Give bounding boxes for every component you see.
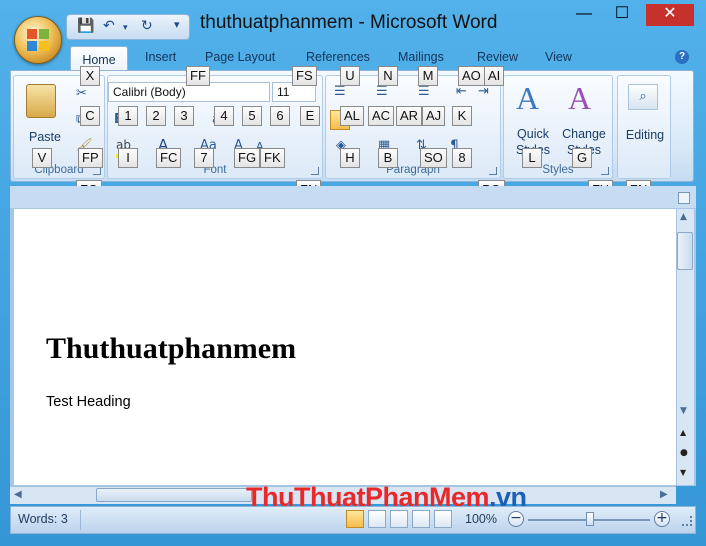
redo-icon[interactable]: ↻ xyxy=(141,18,153,34)
status-divider xyxy=(80,510,81,530)
vertical-scroll-thumb[interactable] xyxy=(677,232,693,270)
cut-icon[interactable]: ✂ xyxy=(76,86,87,101)
keytip: 1 xyxy=(118,106,138,126)
tab-page-layout[interactable]: Page Layout xyxy=(205,50,275,64)
undo-dropdown-icon[interactable]: ▾ xyxy=(123,23,128,33)
save-icon[interactable]: 💾 xyxy=(77,18,94,34)
keytip: E xyxy=(300,106,320,126)
keytip: 2 xyxy=(146,106,166,126)
keytip: B xyxy=(378,148,398,168)
keytip: SO xyxy=(420,148,447,168)
keytip: L xyxy=(522,148,542,168)
full-screen-reading-button[interactable] xyxy=(368,510,386,528)
keytip: AO xyxy=(458,66,485,86)
help-icon[interactable]: ? xyxy=(675,50,689,64)
resize-grip-icon[interactable] xyxy=(682,516,692,526)
undo-icon[interactable]: ↶ xyxy=(103,18,115,34)
print-layout-button[interactable] xyxy=(346,510,364,528)
keytip: I xyxy=(118,148,138,168)
styles-group: A Quick Styles A Change Styles Styles xyxy=(503,75,613,179)
ruler-strip xyxy=(10,186,696,208)
keytip: FG xyxy=(234,148,261,168)
keytip: FF xyxy=(186,66,210,86)
maximize-button[interactable]: ☐ xyxy=(600,4,644,26)
scroll-left-icon[interactable]: ◀ xyxy=(14,489,22,500)
increase-indent-icon[interactable]: ⇥ xyxy=(478,84,489,99)
view-ruler-icon[interactable] xyxy=(678,192,690,204)
paste-button-label[interactable]: Paste xyxy=(22,130,68,144)
next-page-icon[interactable]: ▼ xyxy=(680,468,686,477)
paste-icon[interactable] xyxy=(26,84,56,118)
keytip: AC xyxy=(368,106,395,126)
keytip: FC xyxy=(156,148,182,168)
horizontal-scroll-thumb[interactable] xyxy=(96,488,252,502)
paragraph-launcher-icon[interactable] xyxy=(489,167,497,175)
quick-styles-icon[interactable]: A xyxy=(516,80,539,117)
tab-insert[interactable]: Insert xyxy=(145,50,176,64)
keytip: 3 xyxy=(174,106,194,126)
styles-launcher-icon[interactable] xyxy=(601,167,609,175)
keytip: FK xyxy=(260,148,285,168)
font-launcher-icon[interactable] xyxy=(311,167,319,175)
keytip: C xyxy=(80,106,100,126)
keytip: U xyxy=(340,66,360,86)
keytip: X xyxy=(80,66,100,86)
keytip: M xyxy=(418,66,438,86)
font-label: Font xyxy=(203,164,227,176)
keytip: FS xyxy=(292,66,317,86)
tab-references[interactable]: References xyxy=(306,50,370,64)
multilevel-list-icon[interactable]: ☰ xyxy=(418,84,430,99)
close-button[interactable]: ✕ xyxy=(646,4,694,26)
zoom-slider-handle[interactable] xyxy=(586,512,594,526)
clipboard-launcher-icon[interactable] xyxy=(93,167,101,175)
font-group: Calibri (Body) 11 B abc ab A Aa A A Font xyxy=(107,75,323,179)
keytip: H xyxy=(340,148,360,168)
keytip: V xyxy=(32,148,52,168)
decrease-indent-icon[interactable]: ⇤ xyxy=(456,84,467,99)
document-paragraph[interactable]: Test Heading xyxy=(46,394,131,410)
change-styles-icon[interactable]: A xyxy=(568,80,591,117)
zoom-out-icon[interactable]: − xyxy=(508,511,524,527)
zoom-in-icon[interactable]: + xyxy=(654,511,670,527)
scroll-right-icon[interactable]: ▶ xyxy=(660,489,668,500)
tab-mailings[interactable]: Mailings xyxy=(398,50,444,64)
keytip: 8 xyxy=(452,148,472,168)
tab-review[interactable]: Review xyxy=(477,50,518,64)
keytip: 6 xyxy=(270,106,290,126)
word-count[interactable]: Words: 3 xyxy=(18,512,68,526)
scroll-down-icon[interactable]: ▼ xyxy=(680,406,687,416)
window-title: thuthuatphanmem - Microsoft Word xyxy=(200,12,498,33)
quick-access-toolbar: 💾 ↶ ▾ ↻ xyxy=(66,14,190,40)
browse-object-icon[interactable]: ● xyxy=(680,448,688,458)
styles-label: Styles xyxy=(542,164,574,176)
keytip: AJ xyxy=(422,106,446,126)
keytip: 7 xyxy=(194,148,214,168)
previous-page-icon[interactable]: ▲ xyxy=(680,428,686,437)
keytip: FP xyxy=(78,148,103,168)
customize-qat-icon[interactable]: ▾ xyxy=(174,18,180,31)
find-icon[interactable]: ⌕ xyxy=(628,84,658,110)
keytip: 5 xyxy=(242,106,262,126)
keytip: AR xyxy=(396,106,423,126)
keytip: G xyxy=(572,148,592,168)
scroll-up-icon[interactable]: ▲ xyxy=(680,212,687,222)
editing-button[interactable]: Editing xyxy=(618,128,672,142)
keytip: K xyxy=(452,106,472,126)
editing-group: ⌕ Editing xyxy=(617,75,671,179)
numbering-icon[interactable]: ☰ xyxy=(376,84,388,99)
keytip: N xyxy=(378,66,398,86)
keytip: AI xyxy=(484,66,505,86)
web-layout-button[interactable] xyxy=(390,510,408,528)
tab-view[interactable]: View xyxy=(545,50,572,64)
zoom-level[interactable]: 100% xyxy=(465,512,497,526)
draft-button[interactable] xyxy=(434,510,452,528)
keytip: AL xyxy=(340,106,364,126)
bullets-icon[interactable]: ☰ xyxy=(334,84,346,99)
outline-button[interactable] xyxy=(412,510,430,528)
document-heading[interactable]: Thuthuatphanmem xyxy=(46,332,296,366)
keytip: 4 xyxy=(214,106,234,126)
